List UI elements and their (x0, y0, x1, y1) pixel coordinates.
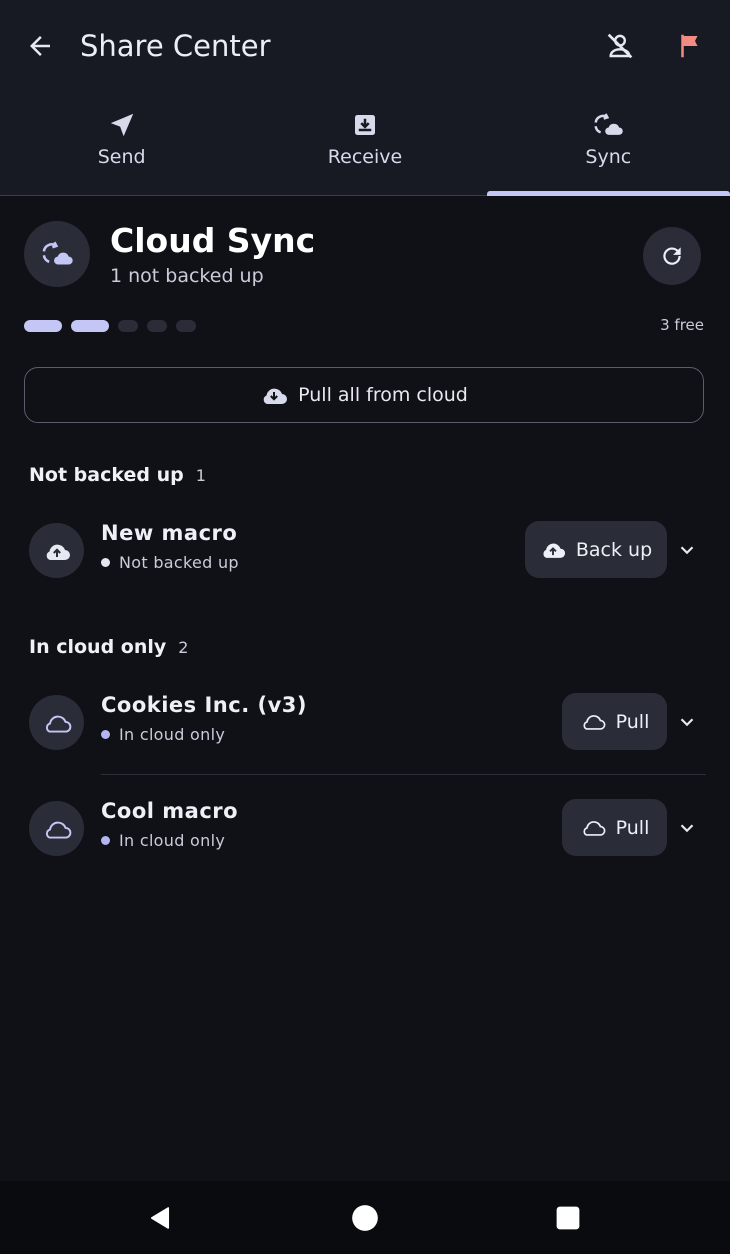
section-header-not-backed-up: Not backed up 1 (29, 464, 206, 486)
cloud-sync-icon (594, 113, 624, 135)
item-avatar (29, 523, 84, 578)
item-status: Not backed up (101, 553, 239, 572)
refresh-button[interactable] (643, 227, 701, 285)
item-avatar (29, 801, 84, 856)
status-dot (101, 558, 110, 567)
tab-label: Receive (327, 146, 403, 168)
sync-subtitle: 1 not backed up (110, 265, 264, 287)
pull-all-button[interactable]: Pull all from cloud (24, 367, 704, 423)
cloud-icon (45, 715, 71, 733)
sync-title: Cloud Sync (110, 221, 316, 260)
section-title: In cloud only (29, 636, 167, 658)
cloud-upload-icon (543, 543, 565, 558)
status-label: Not backed up (119, 553, 239, 572)
action-label: Back up (575, 538, 653, 561)
tab-sync[interactable]: Sync (486, 92, 730, 196)
back-up-button[interactable]: Back up (525, 521, 667, 578)
pull-button[interactable]: Pull (562, 799, 667, 856)
quota-slot-free (118, 320, 138, 332)
list-item[interactable]: Cookies Inc. (v3) In cloud only Pull (29, 693, 706, 753)
cloud-icon (45, 821, 71, 839)
status-label: In cloud only (119, 725, 226, 744)
pull-button[interactable]: Pull (562, 693, 667, 750)
tab-label: Sync (585, 146, 632, 168)
section-count: 2 (178, 638, 189, 657)
status-label: In cloud only (119, 831, 226, 850)
tab-label: Send (97, 146, 146, 168)
pull-all-label: Pull all from cloud (298, 384, 468, 406)
item-name: Cool macro (101, 799, 239, 823)
section-count: 1 (195, 466, 206, 485)
list-item[interactable]: New macro Not backed up Back up (29, 521, 706, 581)
cloud-icon (583, 715, 606, 730)
app-bar: Share Center (0, 0, 730, 92)
item-avatar (29, 695, 84, 750)
action-label: Pull (615, 710, 650, 733)
quota-slot-used (24, 320, 62, 332)
triangle-back-icon (150, 1207, 170, 1229)
quota-slot-free (176, 320, 196, 332)
cloud-upload-icon (46, 544, 70, 560)
item-status: In cloud only (101, 725, 225, 744)
section-title: Not backed up (29, 464, 184, 486)
item-name: Cookies Inc. (v3) (101, 693, 307, 717)
item-name: New macro (101, 521, 238, 545)
person-off-icon (607, 33, 633, 59)
list-item[interactable]: Cool macro In cloud only Pull (29, 799, 706, 859)
tab-bar: Send Receive Sync (0, 92, 730, 196)
cloud-download-icon (263, 388, 288, 404)
nav-back-button[interactable] (143, 1201, 177, 1235)
section-header-cloud-only: In cloud only 2 (29, 636, 188, 658)
flag-icon (681, 34, 698, 58)
cloud-sync-header: Cloud Sync 1 not backed up (24, 221, 706, 291)
send-icon (110, 113, 133, 137)
nav-recents-button[interactable] (551, 1201, 585, 1235)
cloud-sync-icon (42, 241, 73, 265)
cloud-icon (583, 821, 606, 836)
cloud-sync-avatar (24, 221, 90, 287)
status-dot (101, 836, 110, 845)
chevron-down-icon (680, 718, 694, 727)
chevron-down-icon (680, 546, 694, 555)
refresh-icon (663, 247, 681, 265)
page-title: Share Center (80, 29, 271, 63)
tab-receive[interactable]: Receive (243, 92, 486, 195)
expand-button[interactable] (674, 709, 700, 735)
status-dot (101, 730, 110, 739)
active-tab-indicator (486, 191, 730, 196)
circle-home-icon (352, 1205, 378, 1231)
quota-slot-free (147, 320, 167, 332)
quota-label: 3 free (660, 316, 704, 334)
expand-button[interactable] (674, 815, 700, 841)
quota-slot-used (71, 320, 109, 332)
storage-quota: 3 free (24, 316, 706, 334)
list-divider (101, 774, 706, 775)
expand-button[interactable] (674, 537, 700, 563)
arrow-back-icon (30, 36, 50, 56)
account-off-button[interactable] (600, 26, 640, 66)
tab-send[interactable]: Send (0, 92, 243, 195)
action-label: Pull (615, 816, 650, 839)
system-nav-bar (0, 1181, 730, 1254)
top-app-bar: Share Center Send Receive Sync (0, 0, 730, 196)
nav-home-button[interactable] (348, 1201, 382, 1235)
report-flag-button[interactable] (670, 26, 710, 66)
chevron-down-icon (680, 824, 694, 833)
square-recents-icon (556, 1206, 580, 1230)
item-status: In cloud only (101, 831, 225, 850)
inbox-download-icon (354, 115, 375, 135)
back-button[interactable] (20, 26, 60, 66)
